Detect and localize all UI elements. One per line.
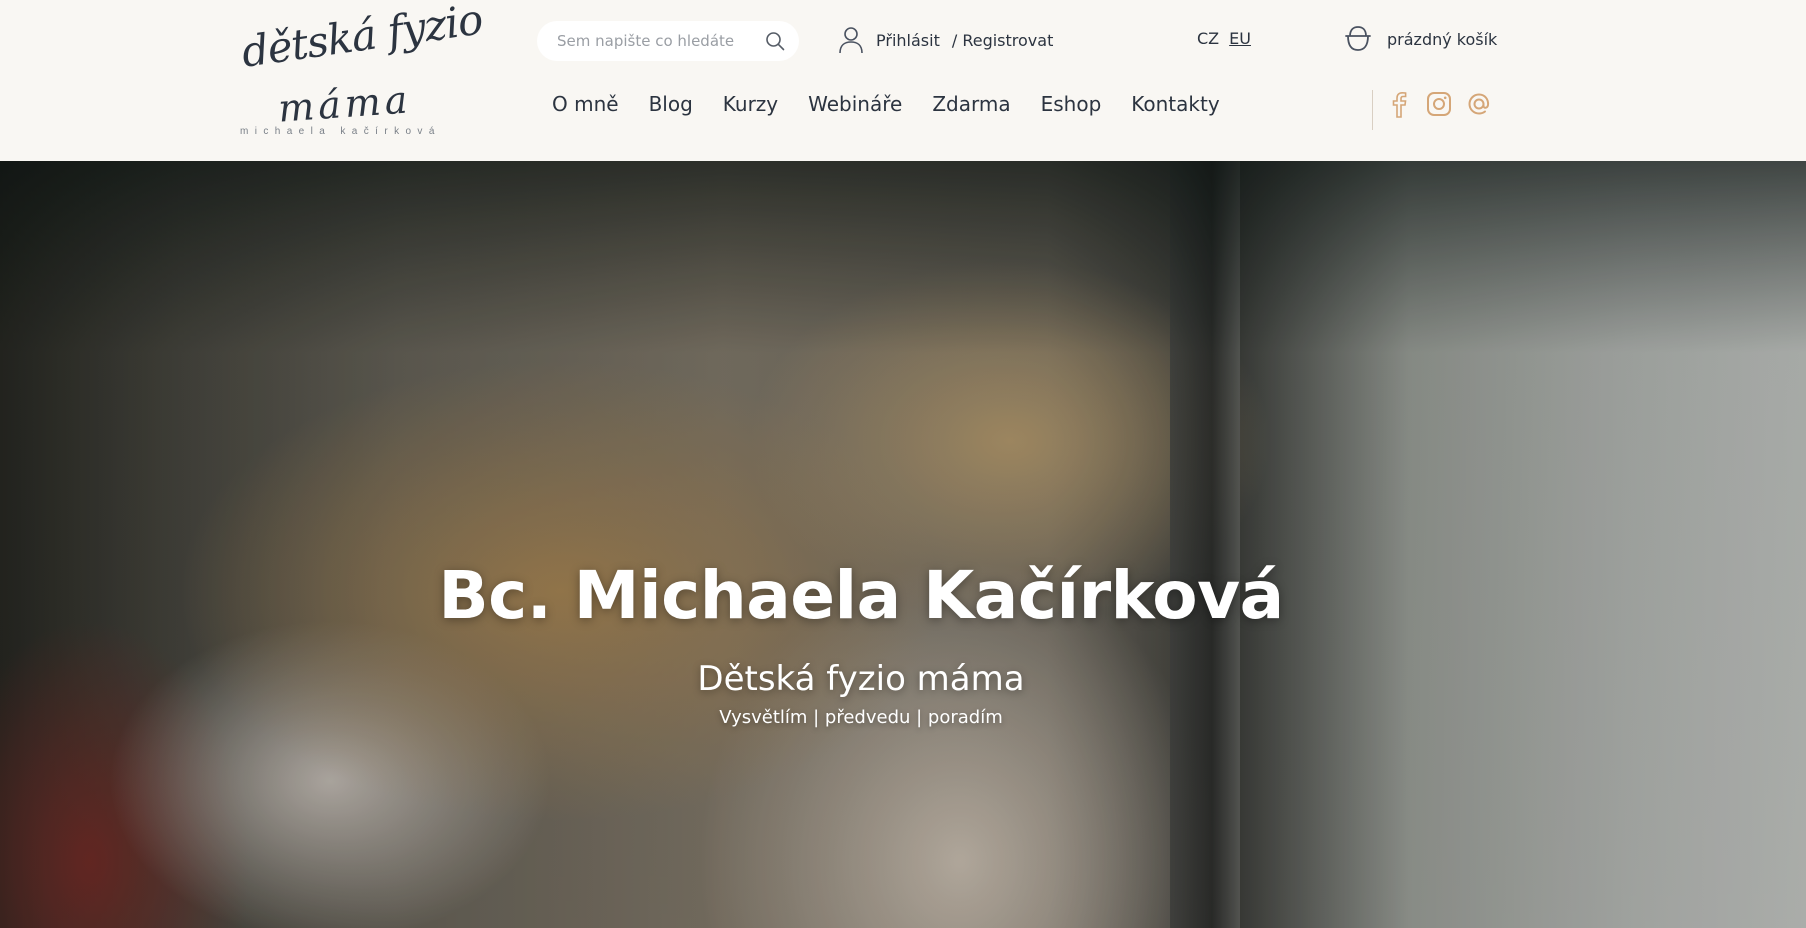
register-link[interactable]: / Registrovat [952,31,1054,50]
hero-section: Bc. Michaela Kačírková Dětská fyzio máma… [0,161,1806,928]
social-divider [1372,90,1373,130]
user-icon[interactable] [838,26,864,54]
search-box [537,21,799,61]
nav-item-kontakty[interactable]: Kontakty [1131,92,1219,116]
main-nav: O mně Blog Kurzy Webináře Zdarma Eshop K… [552,92,1250,116]
hero-text: Bc. Michaela Kačírková Dětská fyzio máma… [0,161,1806,928]
account-links: Přihlásit / Registrovat [838,25,1053,55]
cart-label: prázdný košík [1387,29,1498,49]
nav-item-blog[interactable]: Blog [649,92,693,116]
instagram-icon[interactable] [1426,90,1452,118]
lang-eu[interactable]: EU [1229,29,1251,48]
hero-title: Bc. Michaela Kačírková [438,557,1284,634]
logo-line-2: máma [276,77,413,131]
nav-item-webinare[interactable]: Webináře [808,92,902,116]
cart-icon [1345,26,1371,51]
logo-line-3: michaela kačírková [240,126,441,137]
nav-item-zdarma[interactable]: Zdarma [932,92,1010,116]
nav-item-o-mne[interactable]: O mně [552,92,619,116]
site-header: dětská fyzio máma michaela kačírková Při… [0,0,1806,161]
social-links [1386,90,1492,118]
facebook-icon[interactable] [1386,90,1412,118]
email-icon[interactable] [1466,90,1492,118]
nav-item-eshop[interactable]: Eshop [1041,92,1102,116]
nav-item-kurzy[interactable]: Kurzy [723,92,778,116]
login-link[interactable]: Přihlásit [876,31,940,50]
search-icon[interactable] [765,31,785,51]
search-input[interactable] [557,21,757,61]
cart-link[interactable]: prázdný košík [1343,24,1497,54]
logo-line-1: dětská fyzio [238,0,486,77]
hero-tagline: Vysvětlím | předvedu | poradím [719,707,1003,728]
lang-cz[interactable]: CZ [1197,29,1219,48]
hero-subtitle: Dětská fyzio máma [697,659,1025,699]
site-logo[interactable]: dětská fyzio máma michaela kačírková [236,0,486,144]
language-switcher: CZ EU [1197,29,1251,48]
